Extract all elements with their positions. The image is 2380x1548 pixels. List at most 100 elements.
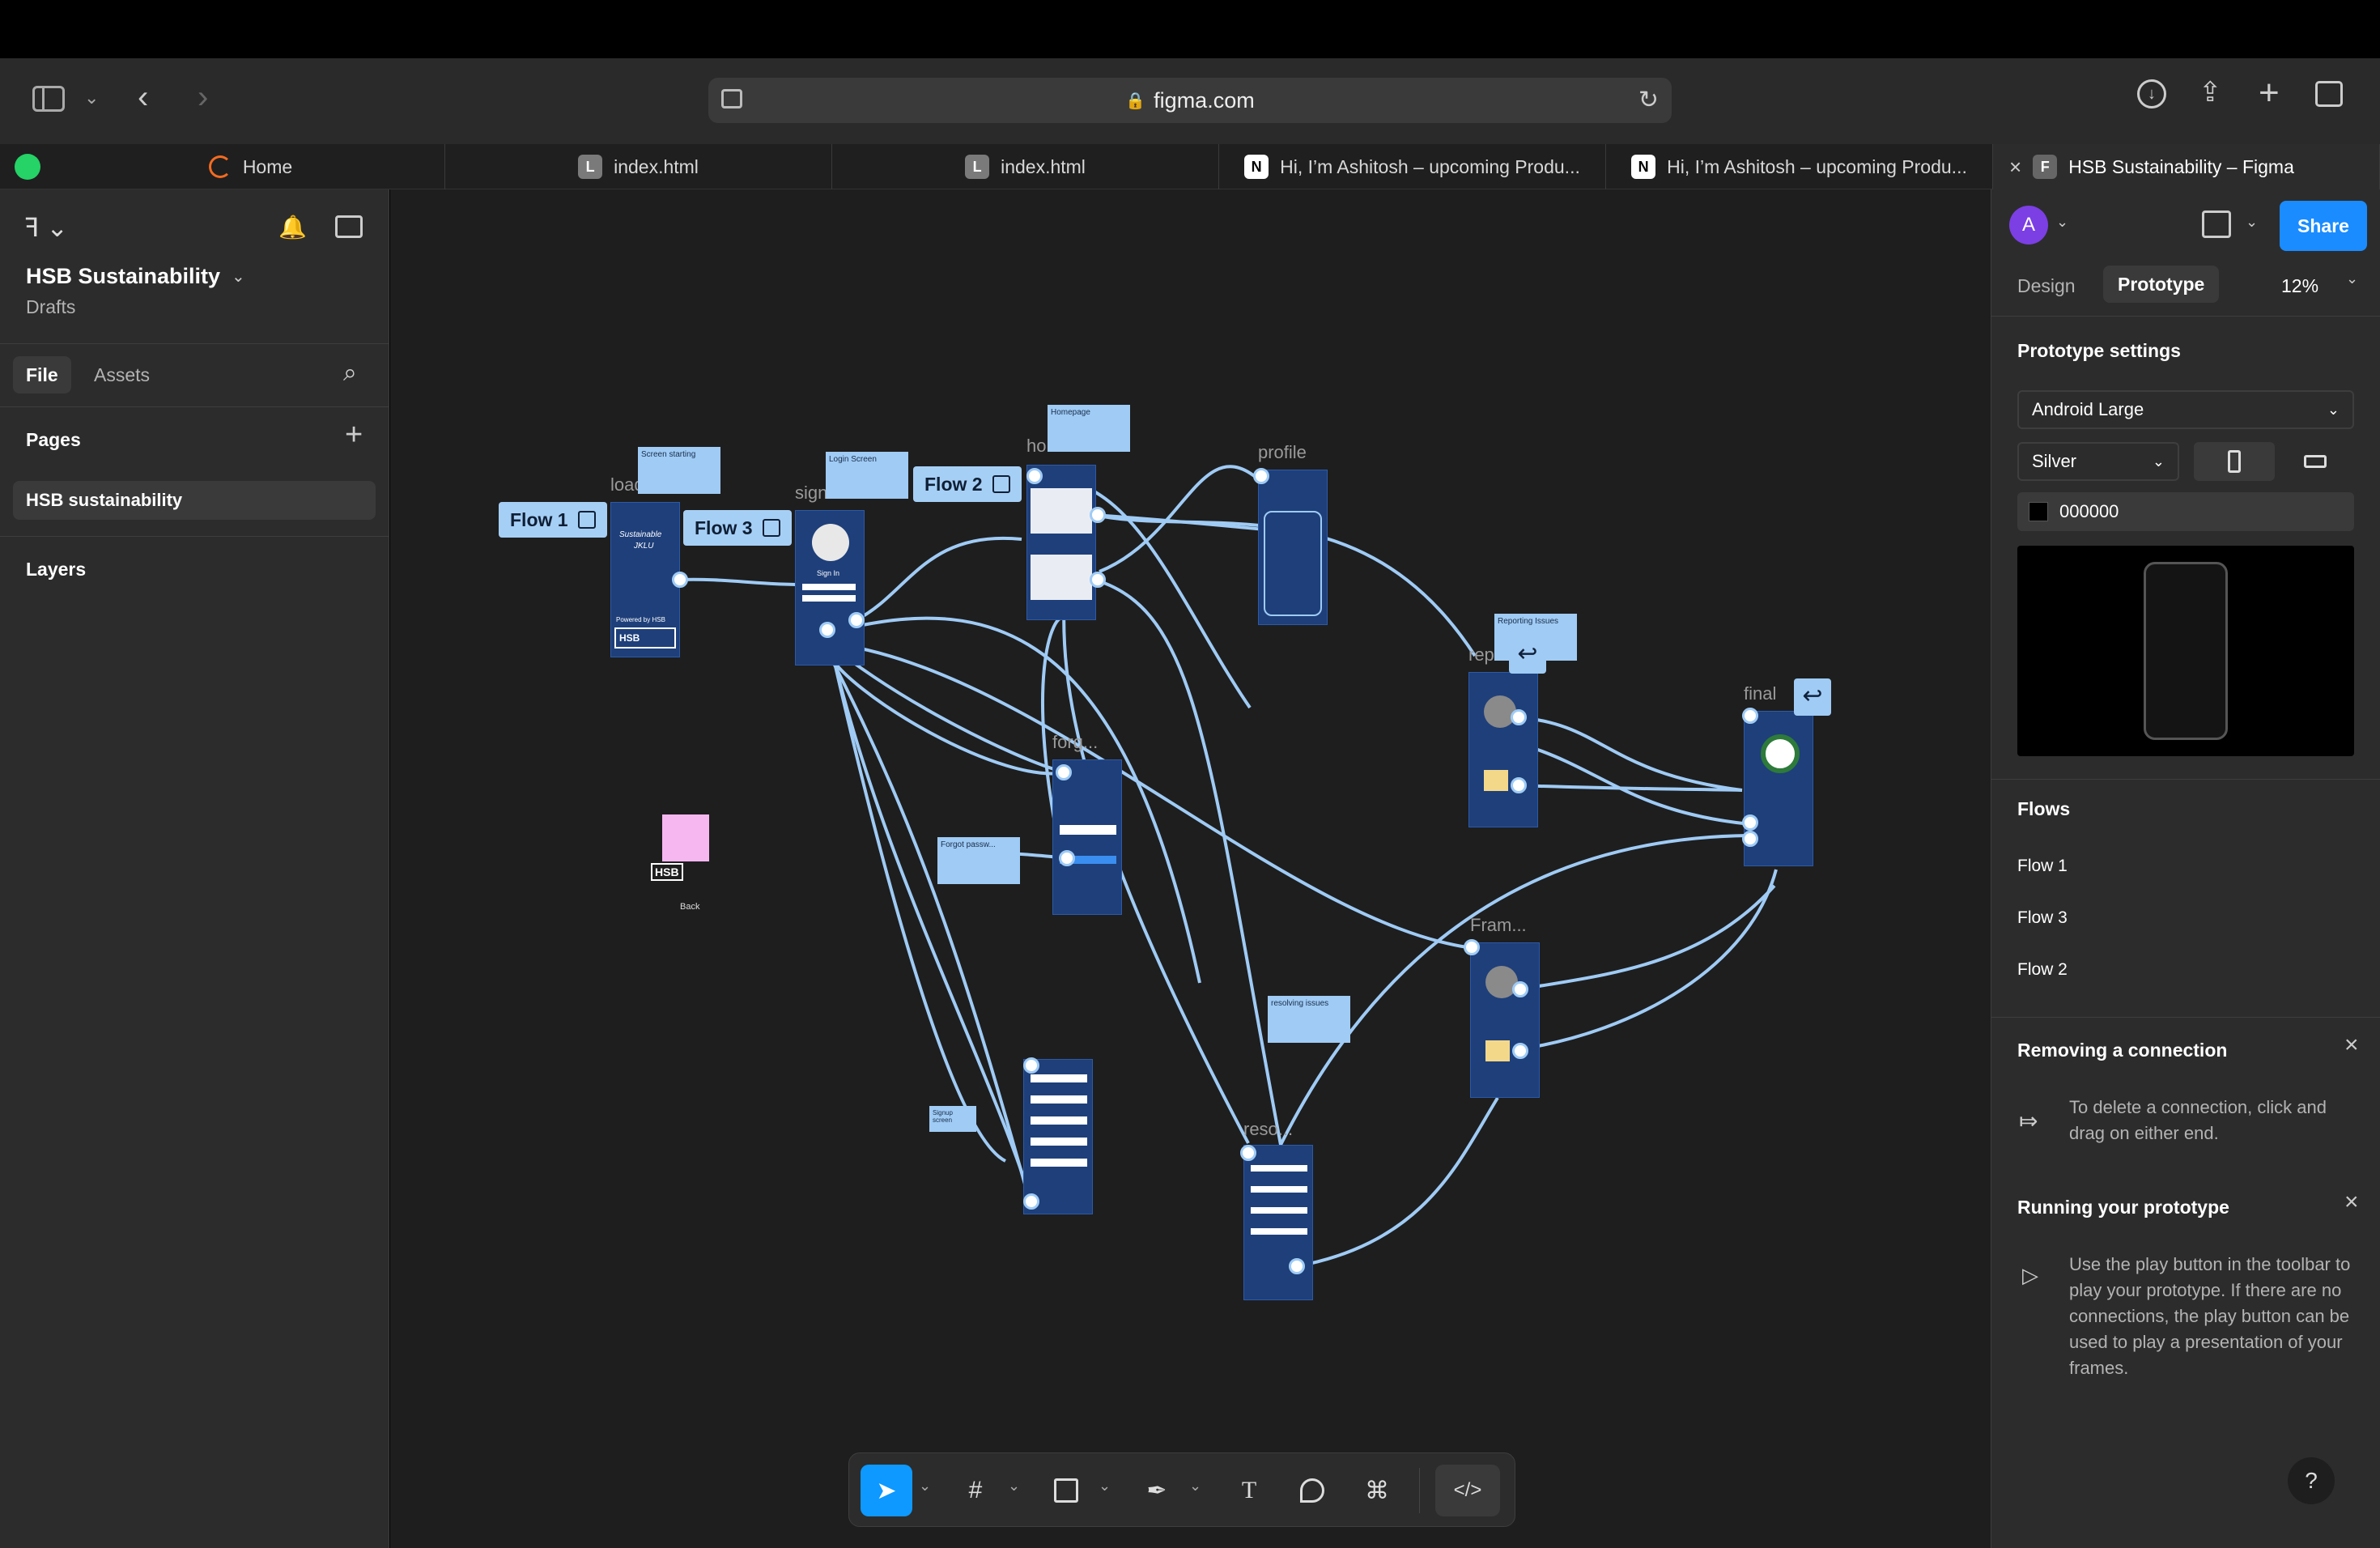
- tab-file[interactable]: File: [13, 356, 71, 393]
- tab-portfolio-1[interactable]: N Hi, I’m Ashitosh – upcoming Produ...: [1219, 144, 1606, 189]
- sticky-homepage[interactable]: Homepage: [1048, 405, 1130, 452]
- frame-tool-icon[interactable]: #: [950, 1465, 1001, 1516]
- frame-resolve[interactable]: [1243, 1145, 1313, 1300]
- frame-main[interactable]: [1470, 942, 1540, 1098]
- present-icon[interactable]: [2202, 211, 2231, 238]
- frame-label-profile[interactable]: profile: [1258, 442, 1307, 463]
- connection-node[interactable]: [848, 612, 865, 628]
- connection-node[interactable]: [1059, 850, 1075, 866]
- dev-mode-toggle-icon[interactable]: </>: [1435, 1465, 1500, 1516]
- frame-signup[interactable]: [1023, 1059, 1093, 1214]
- panel-toggle-icon[interactable]: [335, 215, 363, 238]
- frame-signin[interactable]: Sign In: [795, 510, 865, 666]
- flow-item-1[interactable]: Flow 1: [2017, 857, 2068, 876]
- model-select[interactable]: Silver ⌄: [2017, 442, 2179, 481]
- sticky-login-screen[interactable]: Login Screen: [826, 452, 908, 499]
- tab-prototype[interactable]: Prototype: [2103, 266, 2220, 303]
- chevron-down-icon[interactable]: ⌄: [2346, 270, 2358, 287]
- rectangle-tool-icon[interactable]: [1040, 1465, 1092, 1516]
- background-color-field[interactable]: 000000: [2017, 492, 2354, 531]
- search-icon[interactable]: ⌕: [343, 359, 357, 387]
- connection-node[interactable]: [1511, 777, 1527, 793]
- downloads-icon[interactable]: ↓: [2137, 79, 2166, 108]
- connection-node[interactable]: [1512, 1043, 1528, 1059]
- connection-node[interactable]: [1511, 709, 1527, 725]
- chevron-down-icon[interactable]: ⌄: [1099, 1478, 1111, 1495]
- connection-node[interactable]: [1742, 708, 1758, 724]
- back-icon[interactable]: ‹: [138, 79, 148, 116]
- connection-node[interactable]: [1240, 1145, 1256, 1161]
- landscape-toggle[interactable]: [2275, 442, 2356, 481]
- connection-node[interactable]: [1026, 468, 1043, 484]
- pen-tool-icon[interactable]: ✒: [1131, 1465, 1183, 1516]
- chevron-down-icon[interactable]: ⌄: [1008, 1478, 1020, 1495]
- stray-back-text[interactable]: Back: [680, 902, 699, 912]
- chevron-down-icon[interactable]: ⌄: [232, 266, 245, 287]
- tab-figma[interactable]: × F HSB Sustainability – Figma: [1993, 144, 2380, 189]
- tab-index-2[interactable]: Lindex.html: [832, 144, 1219, 189]
- figma-menu-icon[interactable]: ꟻ ⌄: [24, 212, 68, 243]
- connection-node[interactable]: [1742, 814, 1758, 831]
- chevron-down-icon[interactable]: ⌄: [84, 87, 99, 108]
- chevron-down-icon[interactable]: ⌄: [1189, 1478, 1201, 1495]
- file-name[interactable]: HSB Sustainability: [26, 264, 220, 289]
- frame-label-final[interactable]: final: [1744, 683, 1776, 704]
- share-button[interactable]: Share: [2280, 201, 2367, 251]
- frame-profile[interactable]: [1258, 470, 1328, 625]
- sticky-forgot-password[interactable]: Forgot passw...: [937, 837, 1020, 884]
- new-tab-icon[interactable]: +: [2259, 73, 2280, 113]
- tab-index-1[interactable]: Lindex.html: [445, 144, 832, 189]
- frame-home[interactable]: [1026, 465, 1096, 620]
- stray-hsb-logo[interactable]: HSB: [651, 863, 683, 881]
- connection-node[interactable]: [1464, 939, 1480, 955]
- back-arrow-icon[interactable]: ↩: [1794, 678, 1831, 716]
- connection-node[interactable]: [1512, 981, 1528, 997]
- address-bar[interactable]: 🔒 figma.com ↻: [708, 78, 1672, 123]
- color-swatch[interactable]: [2029, 502, 2048, 521]
- chevron-down-icon[interactable]: ⌄: [2246, 214, 2258, 231]
- frame-forgot[interactable]: [1052, 759, 1122, 915]
- move-tool-icon[interactable]: ➤: [861, 1465, 912, 1516]
- flow-3-badge[interactable]: Flow 3: [683, 510, 792, 546]
- connection-node[interactable]: [1090, 507, 1106, 523]
- page-item[interactable]: HSB sustainability: [13, 481, 376, 520]
- connection-node[interactable]: [1742, 831, 1758, 847]
- chevron-down-icon[interactable]: ⌄: [919, 1478, 931, 1495]
- help-button[interactable]: ?: [2288, 1457, 2335, 1504]
- bell-icon[interactable]: 🔔: [278, 214, 307, 240]
- frame-label-forgot[interactable]: forg...: [1052, 732, 1098, 753]
- connection-node[interactable]: [672, 572, 688, 588]
- flow-1-badge[interactable]: Flow 1: [499, 502, 607, 538]
- comment-tool-icon[interactable]: [1286, 1465, 1338, 1516]
- tab-design[interactable]: Design: [2017, 275, 2076, 297]
- text-tool-icon[interactable]: T: [1223, 1465, 1275, 1516]
- avatar[interactable]: A: [2009, 206, 2048, 245]
- tab-portfolio-2[interactable]: N Hi, I’m Ashitosh – upcoming Produ...: [1606, 144, 1993, 189]
- whatsapp-icon[interactable]: [15, 154, 40, 180]
- connection-node[interactable]: [1023, 1193, 1039, 1210]
- connection-node[interactable]: [1090, 572, 1106, 588]
- share-icon[interactable]: ⇪: [2199, 76, 2222, 108]
- sticky-screen-starting[interactable]: Screen starting: [638, 447, 720, 494]
- connection-node[interactable]: [1023, 1057, 1039, 1074]
- close-tab-icon[interactable]: ×: [2009, 155, 2021, 180]
- frame-label-resolve[interactable]: reso...: [1243, 1119, 1293, 1140]
- reload-icon[interactable]: ↻: [1638, 86, 1659, 114]
- add-page-icon[interactable]: +: [345, 418, 363, 453]
- design-canvas[interactable]: Flow 1 Flow 3 Flow 2 load... sign... hom…: [390, 189, 1991, 1548]
- connection-node[interactable]: [819, 622, 835, 638]
- frame-loading[interactable]: Sustainable JKLU Powered by HSB HSB: [610, 502, 680, 657]
- sticky-resolving-issues[interactable]: resolving issues: [1268, 996, 1350, 1043]
- sidebar-toggle-icon[interactable]: [32, 86, 65, 112]
- connection-node[interactable]: [1056, 764, 1072, 780]
- file-location[interactable]: Drafts: [26, 296, 75, 318]
- connection-node[interactable]: [1289, 1258, 1305, 1274]
- frame-label-frame[interactable]: Fram...: [1470, 915, 1527, 936]
- tab-overview-icon[interactable]: [2315, 81, 2343, 107]
- tab-assets[interactable]: Assets: [94, 364, 150, 386]
- zoom-level[interactable]: 12%: [2281, 275, 2318, 297]
- tab-home[interactable]: Home: [57, 144, 445, 189]
- frame-report[interactable]: [1468, 672, 1538, 827]
- chevron-down-icon[interactable]: ⌄: [2056, 214, 2068, 231]
- flow-item-3[interactable]: Flow 3: [2017, 908, 2068, 928]
